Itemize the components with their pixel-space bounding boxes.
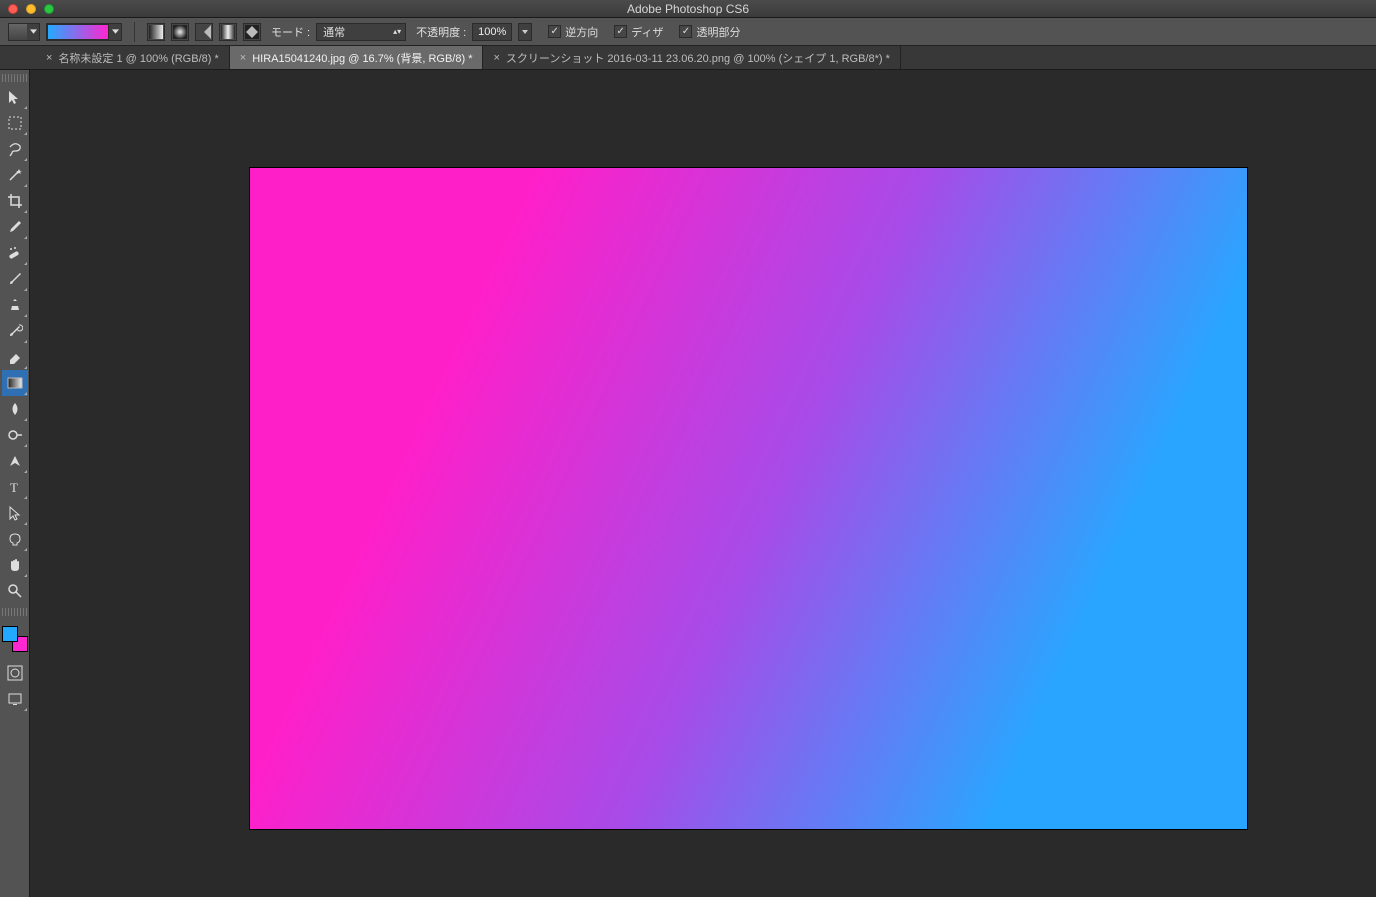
canvas-workarea[interactable] — [30, 70, 1376, 897]
close-tab-icon[interactable]: × — [493, 52, 499, 64]
dodge-tool[interactable] — [2, 422, 28, 448]
history-brush-tool[interactable] — [2, 318, 28, 344]
chevron-down-icon — [27, 29, 39, 34]
svg-text:T: T — [10, 480, 18, 495]
gradient-picker[interactable] — [46, 23, 122, 41]
gradient-tool[interactable] — [2, 370, 28, 396]
gradient-preview — [47, 24, 109, 40]
main-area: T — [0, 70, 1376, 897]
maximize-window-button[interactable] — [44, 4, 54, 14]
close-tab-icon[interactable]: × — [46, 52, 52, 64]
opacity-stepper[interactable] — [518, 23, 532, 41]
blur-tool[interactable] — [2, 396, 28, 422]
gradient-reflected-button[interactable] — [219, 23, 237, 41]
panel-grip[interactable] — [2, 74, 28, 82]
transparency-label: 透明部分 — [696, 24, 740, 40]
screen-mode-toggle[interactable] — [2, 686, 28, 712]
document-tabs: × 名称未設定 1 @ 100% (RGB/8) * × HIRA1504124… — [0, 46, 1376, 70]
document-tab-label: 名称未設定 1 @ 100% (RGB/8) * — [58, 50, 218, 66]
opacity-label: 不透明度 : — [416, 24, 466, 40]
crop-tool[interactable] — [2, 188, 28, 214]
tool-preset-icon — [9, 24, 27, 40]
path-selection-tool[interactable] — [2, 500, 28, 526]
tool-preset-picker[interactable] — [8, 23, 40, 41]
document-tab-label: スクリーンショット 2016-03-11 23.06.20.png @ 100%… — [506, 50, 890, 66]
healing-brush-tool[interactable] — [2, 240, 28, 266]
mode-label: モード : — [271, 24, 310, 40]
options-bar: モード : 通常 ▴▾ 不透明度 : 100% 逆方向 ディザ 透明部分 — [0, 18, 1376, 46]
zoom-tool[interactable] — [2, 578, 28, 604]
reverse-checkbox[interactable]: 逆方向 — [548, 24, 598, 40]
type-tool[interactable]: T — [2, 474, 28, 500]
window-titlebar: Adobe Photoshop CS6 — [0, 0, 1376, 18]
document-tab-label: HIRA15041240.jpg @ 16.7% (背景, RGB/8) * — [252, 50, 472, 66]
tools-panel: T — [0, 70, 30, 897]
checkbox-icon — [548, 25, 561, 38]
close-window-button[interactable] — [8, 4, 18, 14]
gradient-angle-button[interactable] — [195, 23, 213, 41]
hand-tool[interactable] — [2, 552, 28, 578]
document-canvas[interactable] — [250, 168, 1247, 829]
blend-mode-value: 通常 — [323, 24, 345, 40]
shape-tool[interactable] — [2, 526, 28, 552]
dither-label: ディザ — [631, 24, 663, 40]
chevron-down-icon — [109, 29, 121, 34]
clone-stamp-tool[interactable] — [2, 292, 28, 318]
checkbox-icon — [614, 25, 627, 38]
document-tab[interactable]: × 名称未設定 1 @ 100% (RGB/8) * — [36, 46, 230, 69]
window-controls — [0, 4, 54, 14]
transparency-checkbox[interactable]: 透明部分 — [679, 24, 740, 40]
magic-wand-tool[interactable] — [2, 162, 28, 188]
chevron-updown-icon: ▴▾ — [393, 27, 401, 36]
reverse-label: 逆方向 — [565, 24, 598, 40]
gradient-linear-button[interactable] — [147, 23, 165, 41]
brush-tool[interactable] — [2, 266, 28, 292]
blend-mode-select[interactable]: 通常 ▴▾ — [316, 23, 406, 41]
document-tab[interactable]: × スクリーンショット 2016-03-11 23.06.20.png @ 10… — [483, 46, 900, 69]
dither-checkbox[interactable]: ディザ — [614, 24, 663, 40]
opacity-value: 100% — [478, 26, 506, 38]
close-tab-icon[interactable]: × — [240, 52, 246, 64]
pen-tool[interactable] — [2, 448, 28, 474]
color-swatches[interactable] — [2, 626, 28, 652]
checkbox-icon — [679, 25, 692, 38]
foreground-color-swatch[interactable] — [2, 626, 18, 642]
minimize-window-button[interactable] — [26, 4, 36, 14]
document-tab[interactable]: × HIRA15041240.jpg @ 16.7% (背景, RGB/8) * — [230, 46, 484, 69]
panel-divider — [2, 608, 28, 616]
gradient-diamond-button[interactable] — [243, 23, 261, 41]
lasso-tool[interactable] — [2, 136, 28, 162]
eyedropper-tool[interactable] — [2, 214, 28, 240]
move-tool[interactable] — [2, 84, 28, 110]
quick-mask-toggle[interactable] — [2, 660, 28, 686]
divider — [134, 22, 135, 42]
eraser-tool[interactable] — [2, 344, 28, 370]
marquee-tool[interactable] — [2, 110, 28, 136]
opacity-input[interactable]: 100% — [472, 23, 512, 41]
app-title: Adobe Photoshop CS6 — [0, 2, 1376, 16]
gradient-radial-button[interactable] — [171, 23, 189, 41]
